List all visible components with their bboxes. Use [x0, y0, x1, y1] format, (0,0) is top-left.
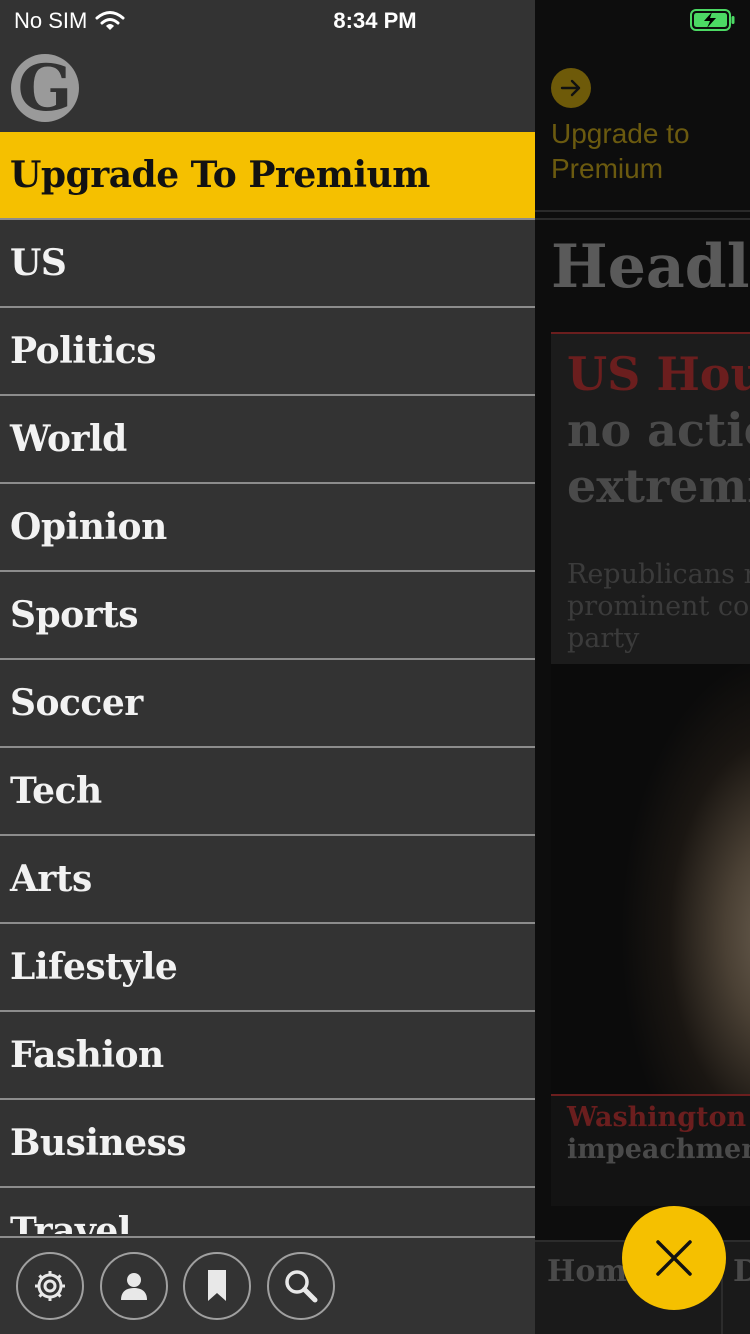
menu-item-fashion[interactable]: Fashion [0, 1012, 535, 1100]
menu-item-opinion[interactable]: Opinion [0, 484, 535, 572]
menu-item-travel[interactable]: Travel [0, 1188, 535, 1234]
logo-letter: G [17, 51, 73, 126]
background-content: Upgrade to Premium Headlines US House no… [535, 0, 750, 1334]
bg-tab-next: D [733, 1254, 750, 1289]
profile-button[interactable] [100, 1252, 168, 1320]
drawer-header: G [0, 40, 535, 132]
menu-item-sports[interactable]: Sports [0, 572, 535, 660]
drawer-toolbar [0, 1236, 535, 1334]
close-menu-button[interactable] [622, 1206, 726, 1310]
divider [535, 218, 750, 220]
profile-icon [121, 1273, 147, 1300]
arrow-right-icon [551, 68, 591, 108]
bg-article-text-2: impeachment [567, 1134, 750, 1165]
menu-item-upgrade-premium[interactable]: Upgrade To Premium [0, 132, 535, 220]
bg-article-kicker: US House [567, 347, 750, 401]
bg-upgrade-link: Upgrade to Premium [551, 68, 741, 186]
menu-item-business[interactable]: Business [0, 1100, 535, 1188]
search-icon [285, 1270, 318, 1303]
menu-item-lifestyle[interactable]: Lifestyle [0, 924, 535, 1012]
menu-item-soccer[interactable]: Soccer [0, 660, 535, 748]
menu-item-world[interactable]: World [0, 396, 535, 484]
menu-item-politics[interactable]: Politics [0, 308, 535, 396]
bg-article-card: US House no action extremism Republicans… [551, 332, 750, 664]
search-button[interactable] [267, 1252, 335, 1320]
navigation-drawer: G Upgrade To Premium US Politics World O… [0, 0, 535, 1334]
settings-button[interactable] [16, 1252, 84, 1320]
menu-item-arts[interactable]: Arts [0, 836, 535, 924]
status-time: 8:34 PM [333, 8, 417, 33]
battery-charging-icon [690, 9, 736, 37]
bg-article-card-2: Washington / R impeachment [551, 1094, 750, 1206]
bookmarks-button[interactable] [183, 1252, 251, 1320]
guardian-logo[interactable]: G [11, 54, 79, 122]
bg-article-kicker-2: Washington / R [567, 1102, 750, 1133]
status-bar: No SIM 8:34 PM [0, 0, 750, 40]
bookmark-icon [208, 1270, 226, 1301]
bg-article-headline: no action extremism [567, 403, 750, 513]
menu-item-tech[interactable]: Tech [0, 748, 535, 836]
bg-article-photo [551, 664, 750, 1094]
settings-icon [35, 1271, 65, 1301]
divider [535, 210, 750, 212]
bg-article-trail: Republicans move against prominent conse… [567, 559, 750, 654]
close-icon [656, 1240, 692, 1276]
section-menu: Upgrade To Premium US Politics World Opi… [0, 132, 535, 1234]
bg-section-heading: Headlines [551, 232, 750, 302]
bg-article-title: US House no action extremism [567, 346, 750, 514]
bg-upgrade-label: Upgrade to Premium [551, 118, 690, 184]
menu-item-us[interactable]: US [0, 220, 535, 308]
